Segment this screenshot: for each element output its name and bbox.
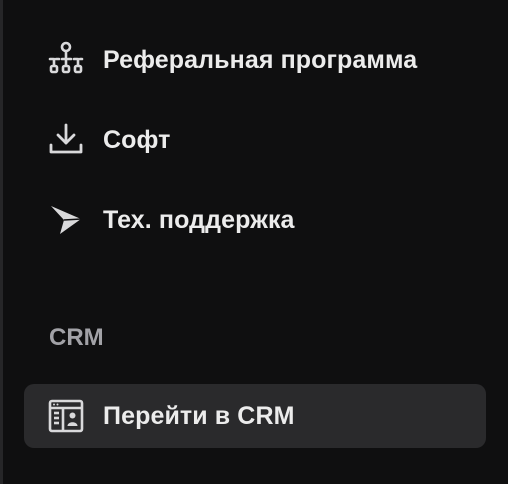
sidebar-item-support[interactable]: Тех. поддержка — [24, 188, 486, 252]
sidebar-item-soft[interactable]: Софт — [24, 108, 486, 172]
send-arrow-icon — [46, 197, 92, 243]
sidebar-item-label: Реферальная программа — [103, 45, 418, 74]
browser-window-user-icon — [46, 393, 92, 439]
network-hierarchy-icon — [46, 37, 92, 83]
section-title-crm: CRM — [49, 324, 104, 351]
sidebar-item-go-to-crm[interactable]: Перейти в CRM — [24, 384, 486, 448]
download-tray-icon — [46, 117, 92, 163]
sidebar-item-referral-program[interactable]: Реферальная программа — [24, 28, 486, 92]
sidebar-nav: Реферальная программа Софт Тех. поддержк… — [0, 0, 508, 484]
sidebar-item-label: Тех. поддержка — [103, 205, 295, 234]
sidebar-item-label: Софт — [103, 125, 171, 154]
sidebar-item-label: Перейти в CRM — [103, 401, 295, 430]
sidebar-divider — [0, 0, 3, 484]
